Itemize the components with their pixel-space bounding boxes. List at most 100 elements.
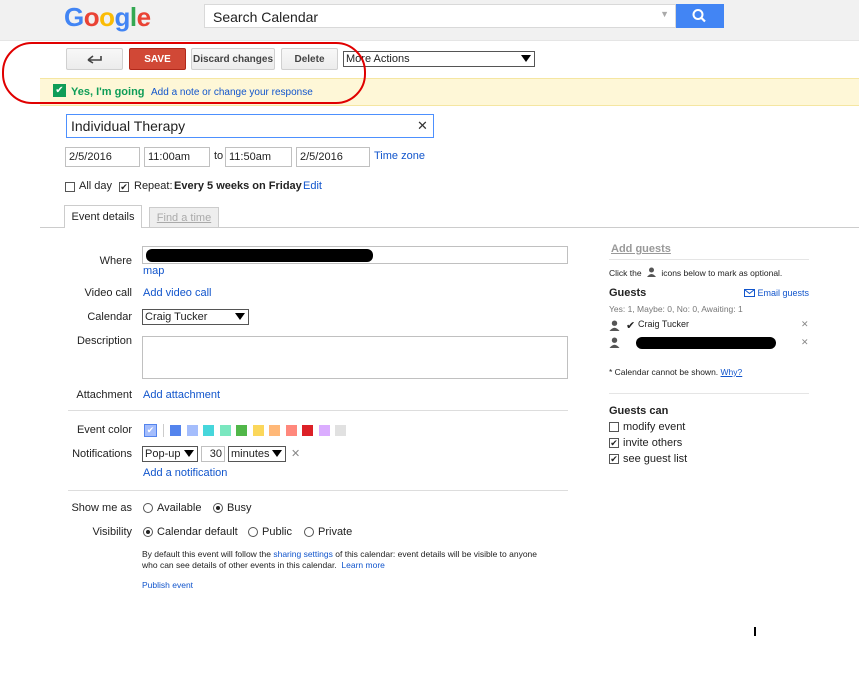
event-color-default-swatch[interactable]: ✔ xyxy=(144,424,157,437)
modify-event-checkbox[interactable] xyxy=(609,422,619,432)
optional-hint-a: Click the xyxy=(609,268,642,278)
event-color-swatch[interactable] xyxy=(285,425,297,436)
mail-icon xyxy=(744,289,755,297)
search-button[interactable] xyxy=(676,4,724,28)
search-input[interactable]: Search Calendar ▼ xyxy=(204,4,676,28)
busy-label: Busy xyxy=(227,502,252,514)
person-icon xyxy=(609,337,620,348)
guests-divider xyxy=(609,393,809,394)
close-icon[interactable]: ✕ xyxy=(417,118,428,134)
visibility-private-radio[interactable] xyxy=(304,527,314,537)
chevron-down-icon xyxy=(272,450,282,457)
person-icon xyxy=(646,267,656,277)
busy-radio[interactable] xyxy=(213,503,223,513)
section-divider xyxy=(68,490,568,491)
guests-summary: Yes: 1, Maybe: 0, No: 0, Awaiting: 1 xyxy=(609,304,743,314)
more-actions-dropdown[interactable]: More Actions xyxy=(343,51,535,67)
see-guest-list-checkbox[interactable]: ✔ xyxy=(609,454,619,464)
start-time-value: 11:00am xyxy=(148,151,190,163)
add-video-call-link[interactable]: Add video call xyxy=(143,287,212,299)
invite-others-checkbox[interactable]: ✔ xyxy=(609,438,619,448)
guest-name: Craig Tucker xyxy=(638,319,690,329)
tab-divider xyxy=(40,227,859,228)
tab-event-details[interactable]: Event details xyxy=(64,205,142,228)
event-title-input[interactable]: Individual Therapy xyxy=(66,114,434,138)
email-guests-button[interactable]: Email guests xyxy=(744,288,809,298)
checkmark-icon: ✔ xyxy=(610,453,618,464)
event-color-swatch[interactable] xyxy=(203,425,214,436)
start-date-input[interactable]: 2/5/2016 xyxy=(65,147,140,167)
why-link[interactable]: Why? xyxy=(721,367,743,377)
event-color-swatch[interactable] xyxy=(186,425,198,436)
calendar-select[interactable]: Craig Tucker xyxy=(142,309,249,325)
to-label: to xyxy=(214,150,224,162)
notifications-label: Notifications xyxy=(72,448,132,460)
visibility-private-label: Private xyxy=(318,526,353,538)
checkmark-icon: ✔ xyxy=(610,437,618,448)
visibility-info-3: who can see details of other events in t… xyxy=(142,560,337,570)
visibility-public-label: Public xyxy=(262,526,292,538)
learn-more-link[interactable]: Learn more xyxy=(341,560,384,570)
all-day-label: All day xyxy=(79,180,113,192)
remove-guest-icon[interactable]: ✕ xyxy=(801,319,809,330)
guest-row[interactable] xyxy=(609,337,620,351)
search-dropdown-icon[interactable]: ▼ xyxy=(660,9,669,19)
section-divider xyxy=(68,410,568,411)
event-title-value: Individual Therapy xyxy=(71,118,186,134)
end-time-input[interactable]: 11:50am xyxy=(225,147,292,167)
event-color-swatch[interactable] xyxy=(252,425,264,436)
publish-event-link[interactable]: Publish event xyxy=(142,580,193,590)
start-date-value: 2/5/2016 xyxy=(69,151,112,163)
time-zone-link[interactable]: Time zone xyxy=(374,150,425,162)
visibility-label: Visibility xyxy=(92,526,132,538)
map-link[interactable]: map xyxy=(143,265,164,277)
calendar-select-value: Craig Tucker xyxy=(145,311,208,323)
chevron-down-icon xyxy=(184,450,194,457)
end-date-input[interactable]: 2/5/2016 xyxy=(296,147,370,167)
visibility-public-radio[interactable] xyxy=(248,527,258,537)
chevron-down-icon xyxy=(521,55,531,62)
event-color-swatch[interactable] xyxy=(269,425,280,436)
notification-unit-value: minutes xyxy=(231,448,270,460)
google-logo[interactable]: Google xyxy=(64,2,151,33)
sharing-settings-link[interactable]: sharing settings xyxy=(273,549,333,559)
visibility-default-radio[interactable] xyxy=(143,527,153,537)
search-input-value: Search Calendar xyxy=(213,9,319,25)
invite-others-label: invite others xyxy=(623,437,683,449)
checkmark-icon: ✔ xyxy=(626,320,636,332)
logo-letter: o xyxy=(99,2,115,32)
start-time-input[interactable]: 11:00am xyxy=(144,147,210,167)
repeat-checkbox[interactable]: ✔ xyxy=(119,182,129,192)
all-day-checkbox[interactable] xyxy=(65,182,75,192)
notification-type-value: Pop-up xyxy=(145,448,181,460)
event-color-swatch[interactable] xyxy=(302,425,313,436)
remove-notification-icon[interactable]: ✕ xyxy=(291,447,300,460)
tab-find-a-time[interactable]: Find a time xyxy=(149,207,219,227)
event-color-swatch[interactable] xyxy=(318,425,330,436)
add-guests-link[interactable]: Add guests xyxy=(611,243,671,255)
description-label: Description xyxy=(76,335,132,347)
search-icon xyxy=(692,9,706,23)
remove-guest-icon[interactable]: ✕ xyxy=(801,337,809,348)
add-notification-link[interactable]: Add a notification xyxy=(143,467,227,479)
add-attachment-link[interactable]: Add attachment xyxy=(143,389,220,401)
event-color-swatch[interactable] xyxy=(335,425,346,436)
email-guests-label: Email guests xyxy=(757,288,810,298)
logo-letter: o xyxy=(83,2,100,32)
notification-type-select[interactable]: Pop-up xyxy=(142,446,198,462)
event-color-swatch[interactable] xyxy=(219,425,231,436)
visibility-info-2: of this calendar: event details will be … xyxy=(332,549,538,559)
event-color-swatch[interactable] xyxy=(236,425,247,436)
end-time-value: 11:50am xyxy=(229,151,271,163)
calendar-note-text: * Calendar cannot be shown. xyxy=(609,367,719,377)
guest-row[interactable] xyxy=(609,320,620,334)
notification-amount-input[interactable]: 30 xyxy=(201,446,225,462)
chevron-down-icon xyxy=(235,313,245,320)
description-textarea[interactable] xyxy=(142,336,568,379)
available-radio[interactable] xyxy=(143,503,153,513)
notification-unit-select[interactable]: minutes xyxy=(228,446,286,462)
repeat-edit-link[interactable]: Edit xyxy=(303,180,322,192)
optional-hint-b: icons below to mark as optional. xyxy=(661,268,783,278)
annotation-circle xyxy=(2,42,366,104)
event-color-swatch[interactable] xyxy=(170,425,181,436)
